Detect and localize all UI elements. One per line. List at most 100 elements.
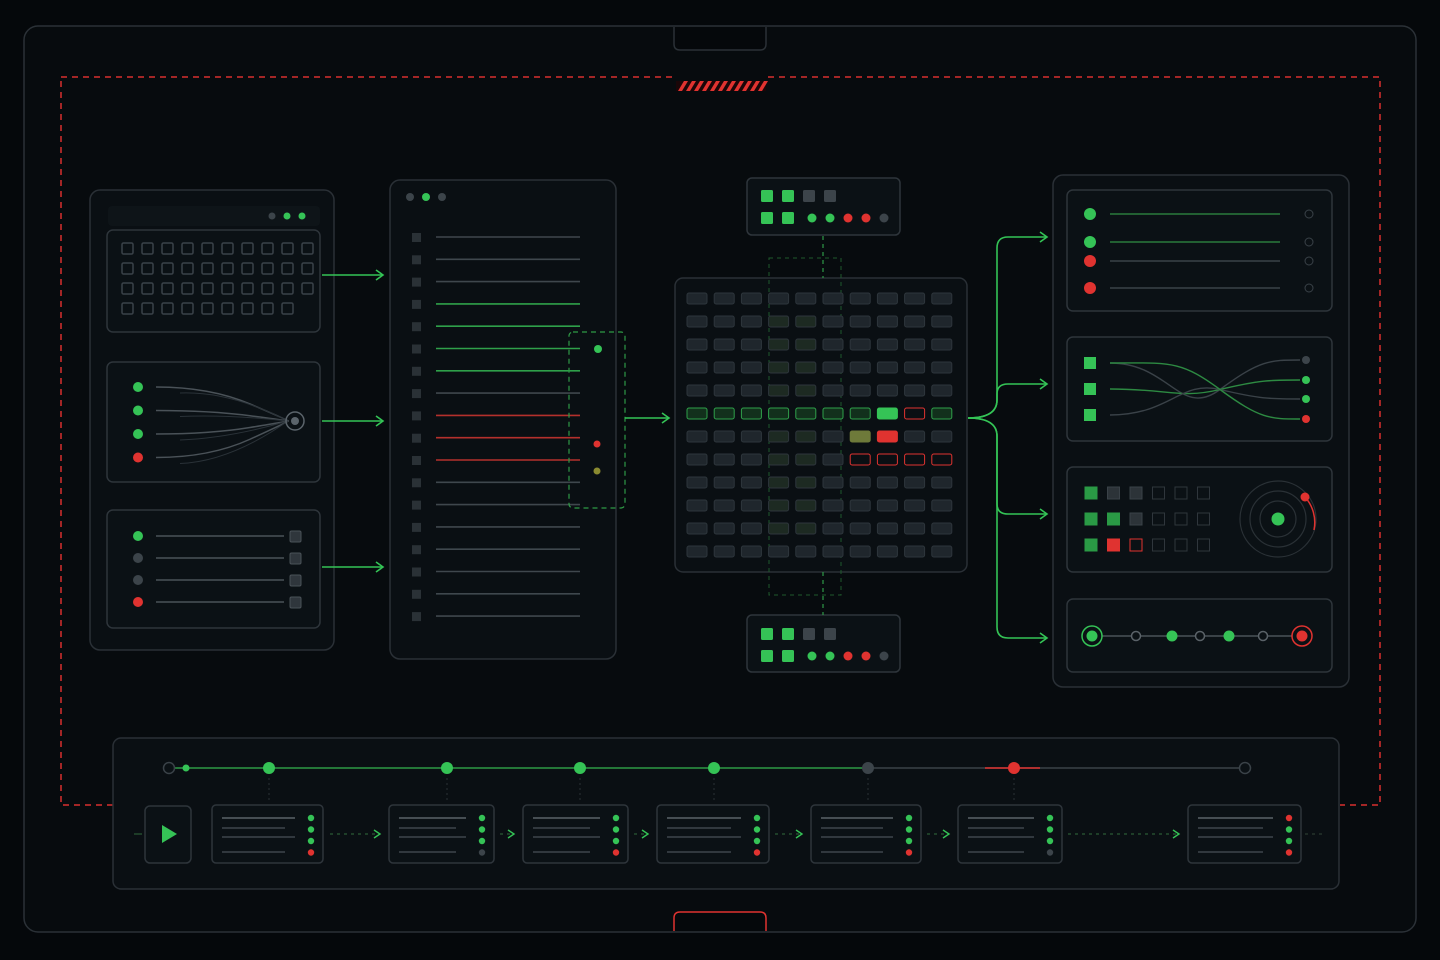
matrix-cell	[931, 499, 953, 512]
timeline-milestone	[708, 762, 720, 774]
mini-dot	[807, 651, 817, 661]
matrix-cell	[740, 453, 762, 466]
list-row-marker	[412, 478, 421, 488]
step-dot	[753, 849, 761, 856]
matrix-cell	[713, 338, 735, 351]
matrix-cell	[904, 338, 926, 351]
step-dot	[307, 849, 315, 856]
step-dot	[753, 814, 761, 822]
timeline-milestone	[162, 761, 176, 775]
selection-dot	[593, 467, 601, 475]
step-dot	[478, 849, 486, 856]
step-dot	[1046, 849, 1054, 856]
matrix-cell	[713, 361, 735, 374]
step-dot	[1046, 837, 1054, 845]
matrix-cell	[849, 407, 871, 420]
bottom-notch	[673, 911, 767, 931]
pipeline-node	[1086, 630, 1098, 642]
list-row-marker	[412, 389, 421, 399]
timeline-step-card	[388, 804, 495, 864]
matrix-cell	[876, 545, 898, 558]
matrix-cell	[713, 315, 735, 328]
pipeline-node	[1166, 630, 1178, 642]
status-dot	[133, 382, 143, 392]
mini-square	[761, 190, 773, 202]
matrix-cell	[795, 499, 817, 512]
radar-card[interactable]	[1066, 466, 1333, 573]
matrix-cell	[849, 430, 871, 443]
matrix-cell	[768, 522, 790, 535]
matrix-cell	[795, 384, 817, 397]
matrix-cell	[876, 338, 898, 351]
matrix-cell	[849, 522, 871, 535]
status-dot	[133, 531, 143, 541]
matrix-cell	[822, 453, 844, 466]
status-dot	[1084, 208, 1096, 220]
step-dot	[612, 837, 620, 845]
step-dot	[905, 826, 913, 833]
list-row-marker	[412, 366, 421, 376]
matrix-cell	[931, 315, 953, 328]
list-row-marker	[412, 299, 421, 309]
matrix-cell	[713, 430, 735, 443]
checkbox	[289, 574, 302, 587]
timeline-milestone	[441, 762, 453, 774]
matrix-cell	[931, 545, 953, 558]
matrix-cell	[904, 499, 926, 512]
radar-grid-cell	[1107, 486, 1120, 500]
matrix-cell	[686, 407, 708, 420]
matrix-cell	[795, 292, 817, 305]
matrix-cell	[740, 292, 762, 305]
matrix-cell	[713, 292, 735, 305]
pipeline-node	[1194, 630, 1206, 642]
matrix-cell	[686, 453, 708, 466]
hazard-stripes-icon	[676, 81, 768, 91]
step-dot	[478, 814, 486, 822]
matrix-cell	[931, 384, 953, 397]
step-dot	[1285, 849, 1293, 856]
checklist-card[interactable]	[106, 509, 321, 629]
status-dot	[133, 575, 143, 585]
radar-grid-cell	[1129, 512, 1143, 526]
status-dot	[1084, 255, 1096, 267]
status-dot	[268, 212, 276, 220]
step-dot	[478, 826, 486, 833]
mini-square	[761, 212, 773, 224]
matrix-cell	[795, 545, 817, 558]
matrix-cell	[904, 315, 926, 328]
matrix-cell	[931, 292, 953, 305]
matrix-cell	[795, 361, 817, 374]
window-dot	[422, 193, 430, 201]
timeline-milestone	[263, 762, 275, 774]
input-square	[1084, 383, 1096, 395]
matrix-cell	[686, 292, 708, 305]
output-dot	[1302, 415, 1310, 423]
mini-dot	[807, 213, 817, 223]
matrix-cell	[740, 407, 762, 420]
timeline-milestone	[182, 764, 190, 772]
mini-square	[782, 650, 794, 662]
matrix-cell	[904, 292, 926, 305]
matrix-cell	[822, 522, 844, 535]
matrix-cell	[740, 430, 762, 443]
matrix-cell	[768, 292, 790, 305]
step-dot	[753, 837, 761, 845]
list-row-marker	[412, 500, 421, 510]
matrix-cell	[686, 338, 708, 351]
target-icon	[291, 417, 299, 425]
mini-square	[782, 628, 794, 640]
matrix-cell	[931, 361, 953, 374]
step-dot	[1285, 837, 1293, 845]
matrix-cell	[686, 522, 708, 535]
matrix-cell	[713, 545, 735, 558]
mini-panel-top[interactable]	[746, 177, 901, 236]
matrix-cell	[740, 522, 762, 535]
pipeline-node	[1223, 630, 1235, 642]
matrix-cell	[849, 545, 871, 558]
matrix-cell	[876, 361, 898, 374]
status-list-card[interactable]	[1066, 189, 1333, 312]
top-notch	[673, 27, 767, 51]
status-dot	[133, 429, 143, 439]
mini-panel-bottom[interactable]	[746, 614, 901, 673]
output-dot	[1302, 376, 1310, 384]
